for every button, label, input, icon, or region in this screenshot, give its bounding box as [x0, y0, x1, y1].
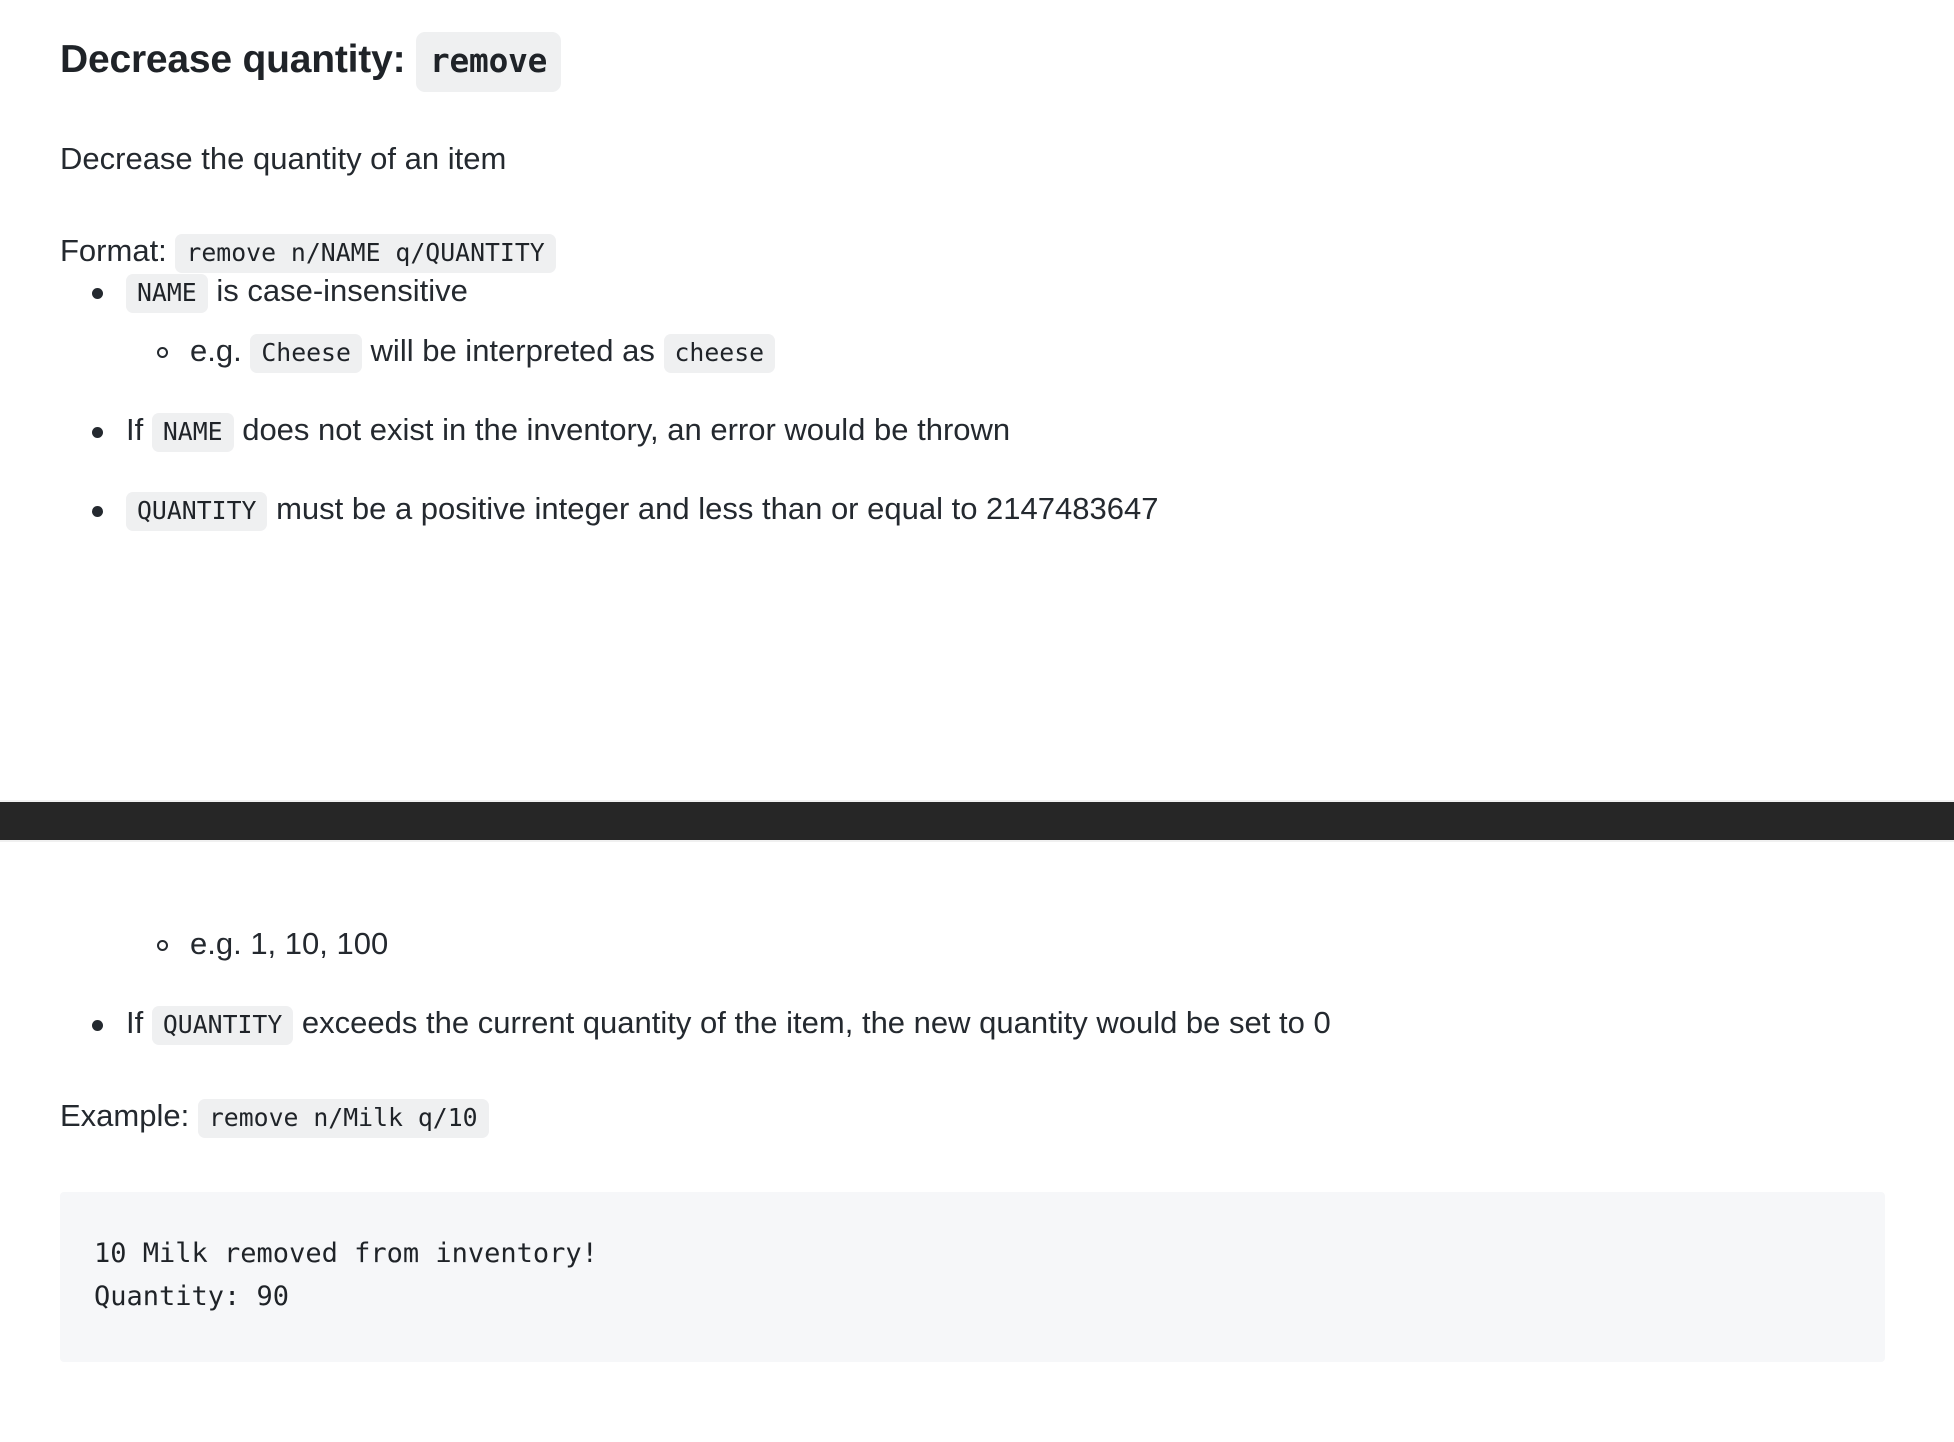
- bullet-disc-icon: [92, 427, 103, 439]
- list-item-text: e.g. 1, 10, 100: [190, 926, 389, 961]
- inline-code-cheese-upper: Cheese: [250, 334, 362, 374]
- example-middle-text: will be interpreted as: [370, 333, 655, 369]
- bullet-disc-icon: [92, 288, 103, 300]
- example-prefix: e.g.: [190, 333, 242, 369]
- list-item: e.g. 1, 10, 100: [60, 924, 1894, 965]
- format-label: Format:: [60, 232, 167, 268]
- example-label: Example:: [60, 1097, 190, 1133]
- inline-code-name: NAME: [151, 413, 234, 453]
- format-code: remove n/NAME q/QUANTITY: [175, 233, 556, 273]
- list-item-text: is case-insensitive: [216, 273, 468, 309]
- constraints-list-continued: e.g. 1, 10, 100 If QUANTITY exceeds the …: [60, 924, 1894, 1045]
- constraints-sublist-continued: e.g. 1, 10, 100: [60, 924, 1894, 965]
- constraints-list: NAME is case-insensitive e.g. Cheese wil…: [60, 271, 1894, 531]
- list-item: NAME is case-insensitive e.g. Cheese wil…: [60, 271, 1894, 374]
- list-item: QUANTITY must be a positive integer and …: [60, 489, 1894, 531]
- example-line: Example: remove n/Milk q/10: [60, 1044, 1894, 1138]
- command-description: Decrease the quantity of an item: [60, 140, 507, 176]
- list-item: If NAME does not exist in the inventory,…: [60, 410, 1894, 453]
- output-line-1: 10 Milk removed from inventory!: [94, 1238, 598, 1270]
- inline-code-name: NAME: [126, 274, 208, 314]
- list-item: If QUANTITY exceeds the current quantity…: [60, 1003, 1894, 1045]
- list-item-text: exceeds the current quantity of the item…: [301, 1004, 1331, 1040]
- inline-code-quantity: QUANTITY: [126, 491, 268, 531]
- inline-code-cheese-lower: cheese: [663, 334, 776, 374]
- user-guide-page: Decrease quantity: remove Decrease the q…: [0, 0, 1954, 1442]
- bullet-circle-icon: [157, 940, 168, 951]
- page-break-separator: [0, 800, 1954, 842]
- constraints-sublist: e.g. Cheese will be interpreted as chees…: [126, 331, 1894, 374]
- command-output-block: 10 Milk removed from inventory! Quantity…: [60, 1192, 1885, 1363]
- bullet-disc-icon: [92, 1019, 103, 1031]
- list-item-text: does not exist in the inventory, an erro…: [242, 412, 1011, 448]
- page-fragment-top: Decrease quantity: remove Decrease the q…: [0, 0, 1954, 800]
- page-break-band: [0, 802, 1954, 840]
- example-code: remove n/Milk q/10: [197, 1098, 489, 1138]
- list-item-text: must be a positive integer and less than…: [276, 490, 1159, 526]
- bullet-circle-icon: [157, 347, 168, 359]
- output-line-2: Quantity: 90: [94, 1281, 290, 1313]
- bullet-disc-icon: [92, 505, 103, 517]
- list-item: e.g. Cheese will be interpreted as chees…: [126, 331, 1894, 374]
- list-item: e.g. 1, 10, 100: [60, 924, 1894, 965]
- page-title-label: Decrease quantity:: [60, 38, 406, 81]
- list-item-prefix: If: [126, 1004, 144, 1040]
- fragment-top-spacer: [60, 842, 1894, 924]
- format-line: Format: remove n/NAME q/QUANTITY: [60, 179, 1894, 273]
- list-item-prefix: If: [126, 412, 144, 448]
- command-name-code: remove: [416, 32, 562, 92]
- inline-code-quantity: QUANTITY: [151, 1005, 294, 1045]
- page-fragment-bottom: e.g. 1, 10, 100 If QUANTITY exceeds the …: [0, 842, 1954, 1442]
- page-title: Decrease quantity: remove: [60, 0, 1894, 92]
